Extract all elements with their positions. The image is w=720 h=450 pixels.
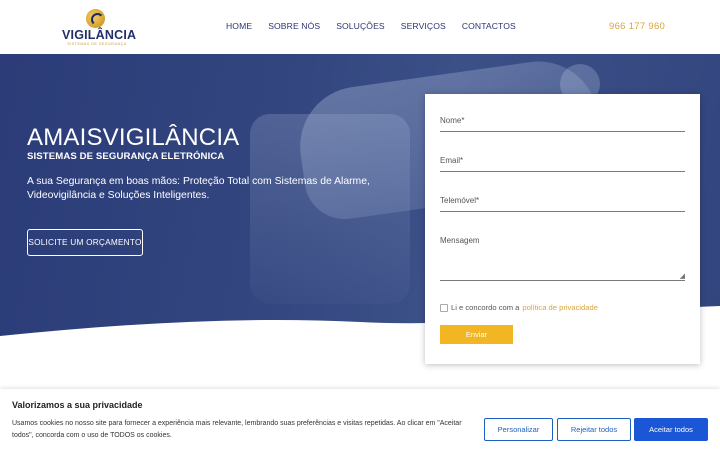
privacy-consent-checkbox[interactable] (440, 303, 448, 312)
site-logo[interactable]: VIGILÂNCIA SISTEMAS DE SEGURANÇA (62, 9, 137, 47)
hero-description: A sua Segurança em boas mãos: Proteção T… (27, 176, 370, 201)
page: VIGILÂNCIA SISTEMAS DE SEGURANÇA HOME SO… (0, 0, 720, 450)
phone-field[interactable]: Telemóvel* (440, 196, 685, 212)
cookie-title: Valorizamos a sua privacidade (12, 400, 143, 410)
nav-item-solucoes[interactable]: SOLUÇÕES (336, 21, 385, 35)
message-textarea[interactable]: ◢ (440, 240, 685, 280)
cookie-accept-button[interactable]: Aceitar todos (634, 418, 708, 441)
header-phone-link[interactable]: 966 177 960 (609, 21, 665, 32)
cookie-text: Usamos cookies no nosso site para fornec… (12, 420, 462, 439)
phone-field-underline (440, 211, 685, 212)
nav-item-contactos[interactable]: CONTACTOS (462, 21, 516, 35)
site-header: VIGILÂNCIA SISTEMAS DE SEGURANÇA HOME SO… (0, 0, 720, 54)
privacy-consent-label: Li e concordo com a (451, 303, 520, 312)
resize-handle-icon[interactable]: ◢ (680, 273, 685, 280)
cookie-banner: Valorizamos a sua privacidade Usamos coo… (0, 389, 720, 450)
logo-tagline: SISTEMAS DE SEGURANÇA (67, 42, 127, 46)
email-field-underline (440, 171, 685, 172)
email-field[interactable]: Email* (440, 156, 685, 172)
request-quote-button[interactable]: SOLICITE UM ORÇAMENTO (27, 229, 143, 256)
main-nav: HOME SOBRE NÓS SOLUÇÕES SERVIÇOS CONTACT… (226, 21, 532, 35)
name-field-label: Nome* (440, 116, 465, 125)
hero-title: AMAISVIGILÂNCIA (27, 124, 240, 151)
message-field-underline (440, 280, 685, 281)
contact-form: Nome* Email* Telemóvel* Mensagem ◢ Li e … (425, 94, 700, 364)
name-field[interactable]: Nome* (440, 116, 685, 132)
submit-button[interactable]: Enviar (440, 325, 513, 344)
nav-item-home[interactable]: HOME (226, 21, 252, 35)
privacy-policy-link[interactable]: política de privacidade (522, 303, 598, 312)
nav-item-sobre-nos[interactable]: SOBRE NÓS (268, 21, 320, 35)
phone-field-label: Telemóvel* (440, 196, 480, 205)
cookie-reject-button[interactable]: Rejeitar todos (557, 418, 631, 441)
hero-camera-mount-image (250, 114, 410, 304)
logo-emblem-icon (86, 9, 105, 28)
privacy-consent: Li e concordo com a política de privacid… (440, 303, 598, 312)
hero-subtitle: SISTEMAS DE SEGURANÇA ELETRÓNICA (27, 151, 225, 162)
email-field-label: Email* (440, 156, 464, 165)
cookie-customize-button[interactable]: Personalizar (484, 418, 553, 441)
name-field-underline (440, 131, 685, 132)
nav-item-servicos[interactable]: SERVIÇOS (401, 21, 446, 35)
logo-wordmark: VIGILÂNCIA (62, 28, 137, 42)
